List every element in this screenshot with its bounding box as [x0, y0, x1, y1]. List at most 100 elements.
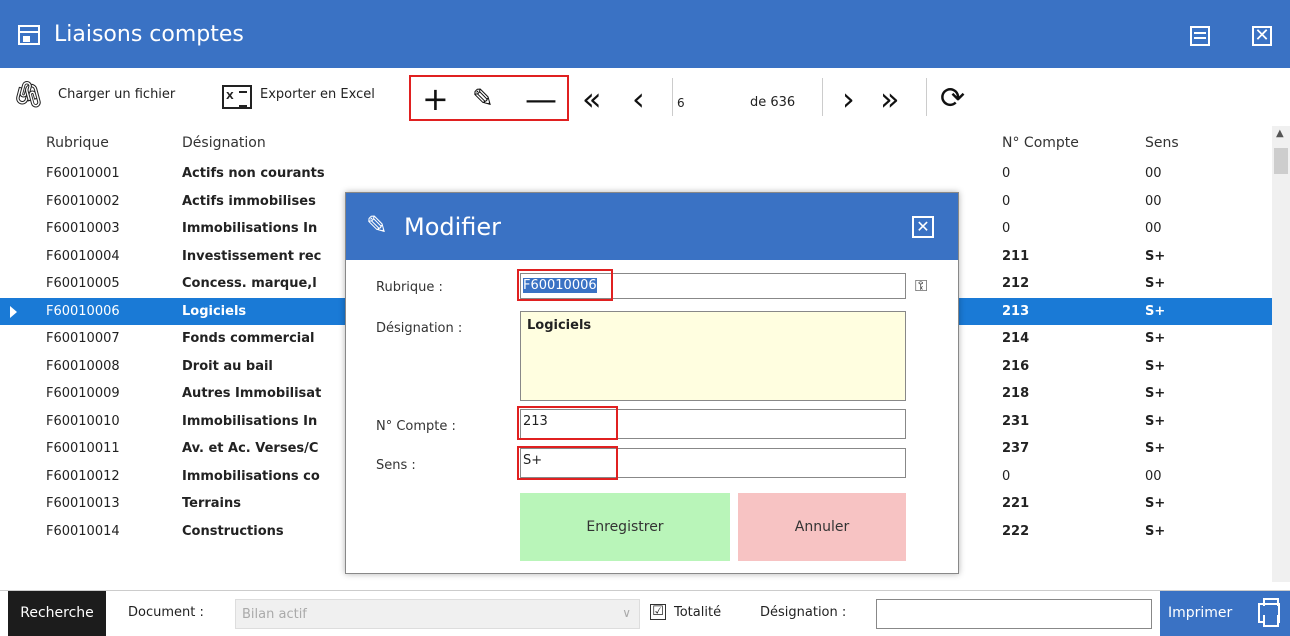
sens-highlight: [517, 446, 618, 480]
title-bar: Liaisons comptes ✕: [0, 0, 1290, 68]
current-page-field[interactable]: 6: [677, 96, 685, 110]
cell-sens: S+: [1145, 303, 1166, 319]
rubrique-label: Rubrique :: [376, 280, 443, 295]
edit-dialog: ✎ Modifier ✕ Rubrique : F60010006 ⚿ Dési…: [345, 192, 959, 574]
designation-field[interactable]: Logiciels: [520, 311, 906, 401]
cell-designation: Immobilisations In: [182, 413, 318, 429]
cell-compte: 211: [1002, 248, 1030, 264]
cell-sens: S+: [1145, 441, 1166, 456]
printer-icon: [1258, 598, 1280, 627]
compte-label: N° Compte :: [376, 419, 456, 434]
key-icon[interactable]: ⚿: [915, 276, 927, 296]
column-header-designation[interactable]: Désignation: [182, 135, 266, 151]
cell-designation: Immobilisations co: [182, 468, 320, 484]
cell-sens: S+: [1145, 523, 1166, 539]
cell-rubrique: F60010005: [46, 276, 120, 291]
document-label: Document :: [128, 605, 204, 620]
cell-compte: 222: [1002, 523, 1030, 539]
cell-designation: Investissement rec: [182, 248, 322, 264]
search-bar: Recherche Document : Bilan actif ∨ ☑ Tot…: [0, 590, 1290, 636]
last-page-button[interactable]: »: [880, 83, 900, 115]
next-page-button[interactable]: ›: [842, 83, 855, 115]
vertical-scrollbar[interactable]: ▲: [1272, 126, 1290, 582]
edit-record-button[interactable]: ✎: [472, 83, 494, 115]
column-header-compte[interactable]: N° Compte: [1002, 135, 1079, 151]
cell-sens: 00: [1145, 193, 1162, 209]
grid-header: Rubrique Désignation N° Compte Sens: [0, 126, 1272, 160]
refresh-icon[interactable]: ⟳: [940, 83, 965, 115]
cell-compte: 231: [1002, 413, 1030, 429]
save-button[interactable]: Enregistrer: [520, 493, 730, 561]
cell-rubrique: F60010004: [46, 248, 120, 264]
cell-sens: 00: [1145, 221, 1162, 236]
designation-label: Désignation :: [376, 321, 463, 336]
scroll-thumb[interactable]: [1274, 148, 1288, 174]
print-label: Imprimer: [1168, 605, 1233, 621]
totalite-checkbox[interactable]: ☑: [650, 604, 666, 620]
toolbar-separator: [926, 78, 927, 116]
previous-page-button[interactable]: ‹: [632, 83, 645, 115]
cell-rubrique: F60010013: [46, 496, 120, 511]
document-select-value: Bilan actif: [242, 607, 307, 622]
app-window-icon: [18, 25, 40, 45]
cell-rubrique: F60010008: [46, 358, 120, 374]
cell-rubrique: F60010009: [46, 386, 120, 401]
cell-sens: S+: [1145, 331, 1166, 346]
excel-icon[interactable]: X: [222, 85, 252, 109]
row-indicator-icon: [10, 305, 17, 318]
cell-designation: Constructions: [182, 523, 284, 539]
cell-compte: 216: [1002, 358, 1030, 374]
cell-compte: 0: [1002, 193, 1011, 209]
cell-compte: 218: [1002, 386, 1030, 401]
cell-designation: Autres Immobilisat: [182, 386, 322, 401]
document-select[interactable]: Bilan actif ∨: [235, 599, 640, 629]
cell-rubrique: F60010010: [46, 413, 120, 429]
add-record-button[interactable]: +: [422, 83, 449, 115]
toolbar-separator: [822, 78, 823, 116]
cell-sens: S+: [1145, 496, 1166, 511]
scroll-up-icon[interactable]: ▲: [1276, 128, 1284, 139]
designation-search-input[interactable]: [876, 599, 1152, 629]
cell-sens: S+: [1145, 248, 1166, 264]
dialog-title-bar: ✎ Modifier ✕: [346, 193, 958, 260]
dialog-title: Modifier: [404, 213, 502, 241]
chevron-down-icon: ∨: [622, 606, 631, 620]
column-header-sens[interactable]: Sens: [1145, 135, 1179, 151]
first-page-button[interactable]: «: [582, 83, 602, 115]
cell-rubrique: F60010001: [46, 166, 120, 181]
print-button[interactable]: Imprimer: [1160, 591, 1290, 636]
cell-designation: Droit au bail: [182, 358, 273, 374]
cell-rubrique: F60010006: [46, 303, 120, 319]
search-button[interactable]: Recherche: [8, 591, 106, 636]
cell-sens: S+: [1145, 358, 1166, 374]
cell-sens: 00: [1145, 166, 1162, 181]
load-file-button[interactable]: Charger un fichier: [58, 87, 175, 102]
column-header-rubrique[interactable]: Rubrique: [46, 135, 109, 151]
cell-designation: Terrains: [182, 496, 242, 511]
restore-window-button[interactable]: [1190, 26, 1210, 46]
table-row[interactable]: F60010001 Actifs non courants 0 00: [0, 160, 1272, 188]
cell-rubrique: F60010002: [46, 193, 120, 209]
cell-rubrique: F60010014: [46, 523, 120, 539]
sens-label: Sens :: [376, 458, 416, 473]
cell-rubrique: F60010011: [46, 441, 120, 456]
rubrique-highlight: [517, 269, 613, 301]
cell-compte: 214: [1002, 331, 1030, 346]
paperclip-icon[interactable]: 🖇: [12, 80, 45, 110]
close-window-button[interactable]: ✕: [1252, 26, 1272, 46]
cell-compte: 221: [1002, 496, 1030, 511]
cell-compte: 212: [1002, 276, 1030, 291]
cell-rubrique: F60010007: [46, 331, 120, 346]
export-excel-button[interactable]: Exporter en Excel: [260, 87, 375, 102]
compte-highlight: [517, 406, 618, 440]
cancel-button[interactable]: Annuler: [738, 493, 906, 561]
cell-designation: Fonds commercial: [182, 331, 315, 346]
dialog-close-button[interactable]: ✕: [912, 216, 934, 238]
delete-record-button[interactable]: —: [525, 83, 557, 115]
totalite-label: Totalité: [674, 605, 722, 620]
cell-compte: 0: [1002, 166, 1011, 181]
toolbar: 🖇 Charger un fichier X Exporter en Excel…: [0, 68, 1290, 126]
toolbar-separator: [672, 78, 673, 116]
cell-compte: 213: [1002, 303, 1030, 319]
window-title: Liaisons comptes: [54, 22, 244, 47]
